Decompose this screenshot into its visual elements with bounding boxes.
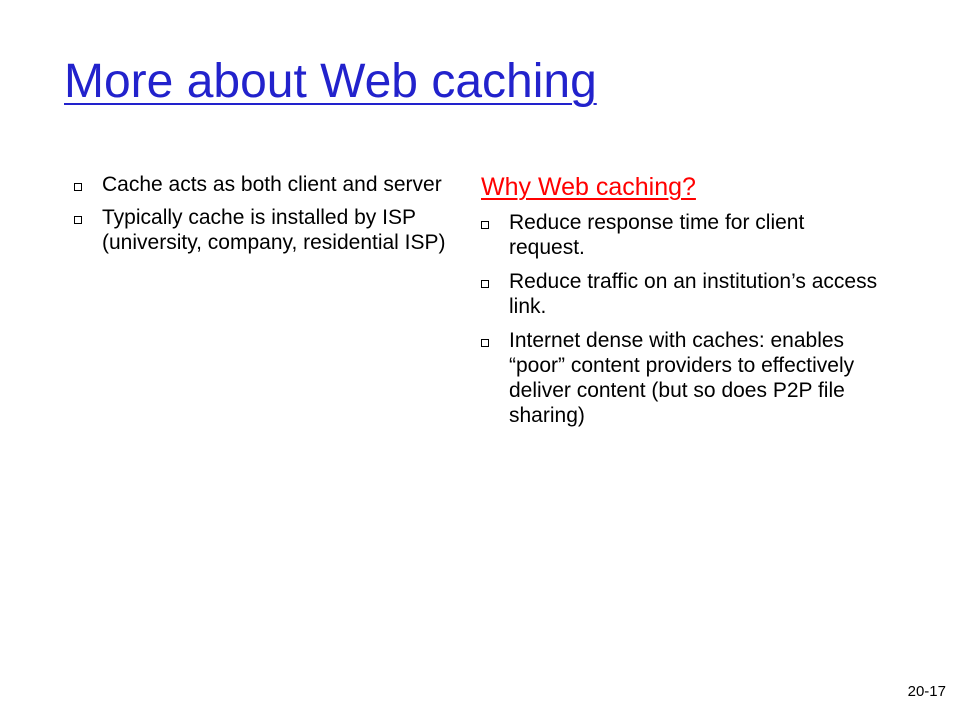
bullet-item: Reduce traffic on an institution’s acces… (481, 269, 881, 319)
right-bullet-list: Reduce response time for client request.… (481, 210, 881, 428)
left-bullet-list: Cache acts as both client and server Typ… (74, 172, 454, 255)
square-bullet-icon (481, 280, 489, 288)
right-column: Why Web caching? Reduce response time fo… (481, 172, 881, 437)
bullet-item: Typically cache is installed by ISP (uni… (74, 205, 454, 255)
bullet-item: Reduce response time for client request. (481, 210, 881, 260)
bullet-item: Internet dense with caches: enables “poo… (481, 328, 881, 428)
bullet-item: Cache acts as both client and server (74, 172, 454, 197)
bullet-text: Typically cache is installed by ISP (uni… (102, 206, 446, 254)
bullet-text: Cache acts as both client and server (102, 173, 442, 196)
bullet-text: Reduce traffic on an institution’s acces… (509, 270, 878, 318)
left-column: Cache acts as both client and server Typ… (74, 172, 454, 263)
square-bullet-icon (481, 221, 489, 229)
square-bullet-icon (74, 183, 82, 191)
square-bullet-icon (74, 216, 82, 224)
why-heading: Why Web caching? (481, 173, 696, 201)
bullet-text: Internet dense with caches: enables “poo… (509, 329, 855, 427)
slide-title: More about Web caching (64, 55, 597, 108)
square-bullet-icon (481, 339, 489, 347)
bullet-text: Reduce response time for client request. (509, 211, 805, 259)
slide-number: 20-17 (907, 683, 946, 700)
